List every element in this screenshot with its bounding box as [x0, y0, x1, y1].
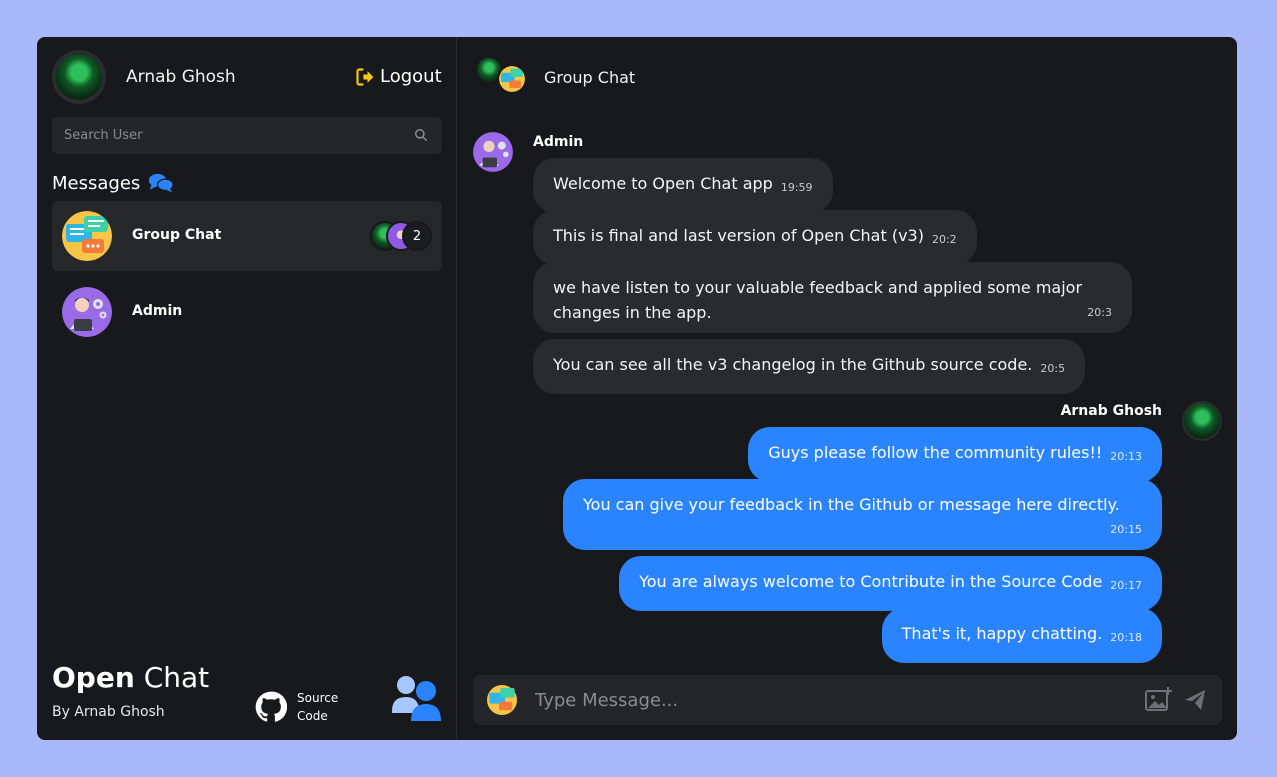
logout-button[interactable]: Logout — [355, 66, 442, 87]
message-input[interactable] — [525, 675, 1125, 725]
source-code-link[interactable]: Source Code — [255, 689, 347, 725]
admin-avatar — [62, 287, 112, 337]
message-time: 20:18 — [1110, 631, 1142, 644]
message-time: 20:5 — [1040, 362, 1066, 375]
message-text: That's it, happy chatting. — [901, 624, 1103, 643]
source-label-line-1: Source — [297, 691, 339, 705]
user-avatar[interactable] — [52, 50, 106, 104]
message-bubble[interactable]: This is final and last version of Open C… — [533, 210, 977, 265]
users-icon[interactable] — [392, 675, 442, 721]
message-bubble[interactable]: That's it, happy chatting. 20:18 — [881, 608, 1162, 663]
conversation-name: Group Chat — [132, 227, 222, 243]
brand-byline: By Arnab Ghosh — [52, 704, 165, 720]
logout-icon — [356, 67, 374, 86]
chat-app-window: Arnab Ghosh Logout Messages — [37, 37, 1237, 740]
message-time: 20:17 — [1110, 579, 1142, 592]
message-text: Guys please follow the community rules!! — [768, 443, 1103, 462]
current-user-name: Arnab Ghosh — [126, 67, 236, 87]
messages-heading-label: Messages — [52, 172, 141, 194]
send-icon[interactable] — [1183, 688, 1207, 712]
brand-bold: Open — [52, 661, 135, 694]
admin-message-avatar — [473, 132, 513, 172]
message-time: 20:15 — [1110, 523, 1142, 536]
my-message-avatar — [1182, 401, 1222, 441]
message-bubble[interactable]: Welcome to Open Chat app 19:59 — [533, 158, 833, 213]
sender-name: Admin — [533, 134, 584, 150]
message-text: we have listen to your valuable feedback… — [553, 278, 1083, 322]
sender-name: Arnab Ghosh — [1060, 403, 1162, 419]
brand-light: Chat — [143, 661, 210, 694]
message-time: 19:59 — [780, 181, 813, 194]
conversation-admin[interactable]: Admin — [52, 277, 442, 347]
message-bubble[interactable]: You can see all the v3 changelog in the … — [533, 339, 1086, 394]
conversation-group-chat[interactable]: Group Chat 2 — [52, 201, 442, 271]
message-bubble[interactable]: You are always welcome to Contribute in … — [619, 556, 1162, 611]
messages-heading: Messages — [52, 172, 175, 194]
group-chat-avatar — [487, 685, 517, 715]
message-bubble[interactable]: You can give your feedback in the Github… — [563, 479, 1162, 550]
chat-title: Group Chat — [544, 68, 636, 87]
github-icon — [255, 691, 287, 722]
image-upload-icon[interactable] — [1145, 686, 1173, 712]
source-label-line-2: Code — [297, 709, 328, 723]
user-photo — [56, 54, 102, 100]
group-avatar — [497, 64, 527, 94]
search-input[interactable] — [52, 117, 402, 154]
conversation-name: Admin — [132, 303, 183, 319]
message-time: 20:2 — [931, 233, 957, 246]
group-chat-header-avatars — [473, 54, 531, 94]
message-text: You are always welcome to Contribute in … — [639, 572, 1103, 591]
message-text: You can give your feedback in the Github… — [583, 495, 1120, 514]
chat-bubbles-icon — [149, 173, 175, 193]
message-time: 20:13 — [1110, 450, 1142, 463]
message-text: This is final and last version of Open C… — [553, 226, 924, 245]
chat-panel: Group Chat Admin Welcome to Open Chat ap… — [458, 37, 1237, 740]
message-composer — [473, 675, 1222, 725]
sidebar: Arnab Ghosh Logout Messages — [37, 37, 457, 740]
message-text: You can see all the v3 changelog in the … — [553, 355, 1033, 374]
search-icon[interactable] — [414, 128, 428, 142]
member-count-badge: 2 — [402, 221, 432, 251]
my-photo — [1184, 403, 1220, 439]
search-box — [52, 117, 442, 154]
logout-label: Logout — [380, 66, 442, 87]
message-bubble[interactable]: we have listen to your valuable feedback… — [533, 262, 1132, 333]
source-code-label: Source Code — [297, 689, 347, 725]
message-time: 20:3 — [1087, 306, 1112, 319]
message-text: Welcome to Open Chat app — [553, 174, 773, 193]
app-brand: Open Chat — [52, 661, 209, 694]
member-avatars: 2 — [370, 221, 432, 251]
group-chat-avatar — [62, 211, 112, 261]
message-bubble[interactable]: Guys please follow the community rules!!… — [748, 427, 1162, 482]
